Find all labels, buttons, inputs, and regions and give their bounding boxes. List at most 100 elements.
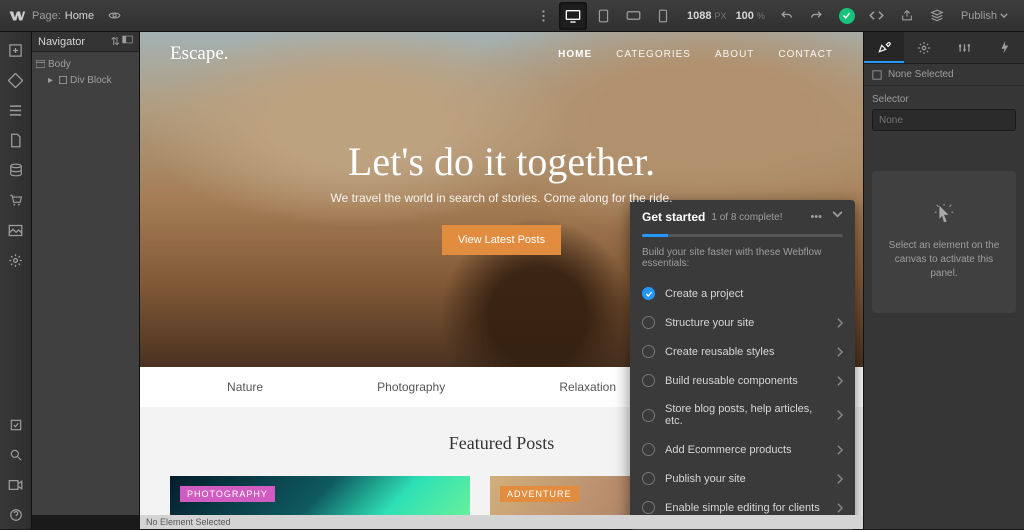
width-unit: PX [714, 11, 726, 21]
card-tag-photography[interactable]: PHOTOGRAPHY [180, 486, 275, 502]
tree-div-label: Div Block [70, 75, 112, 86]
checklist-item-label: Build reusable components [665, 375, 827, 387]
navigator-collapse-icon[interactable] [122, 35, 133, 48]
audit-icon[interactable] [923, 2, 951, 30]
check-empty-icon [642, 409, 655, 422]
expand-caret-icon: ▸ [46, 76, 55, 85]
help-icon[interactable] [2, 501, 30, 529]
status-text: No Element Selected [146, 517, 231, 527]
check-empty-icon [642, 443, 655, 456]
search-rail-icon[interactable] [2, 441, 30, 469]
checklist-item-label: Enable simple editing for clients [665, 502, 827, 514]
hero-content: Let's do it together. We travel the worl… [331, 138, 673, 255]
redo-icon[interactable] [803, 2, 831, 30]
site-menu: HOME CATEGORIES ABOUT CONTACT [558, 49, 833, 60]
audit-rail-icon[interactable] [2, 411, 30, 439]
chevron-right-icon [837, 474, 843, 484]
checklist-item[interactable]: Publish your site [630, 464, 855, 493]
undo-icon[interactable] [773, 2, 801, 30]
none-selected-label: None Selected [888, 69, 954, 80]
left-tool-rail [0, 32, 32, 529]
nav-link-about[interactable]: ABOUT [715, 49, 754, 60]
selector-label: Selector [872, 94, 1016, 105]
settings-rail-icon[interactable] [2, 246, 30, 274]
page-selector[interactable]: Page: Home [32, 10, 94, 22]
checklist-item[interactable]: Store blog posts, help articles, etc. [630, 395, 855, 435]
checklist-item-label: Publish your site [665, 473, 827, 485]
hero-subtitle[interactable]: We travel the world in search of stories… [331, 191, 673, 205]
checklist-item[interactable]: Add Ecommerce products [630, 435, 855, 464]
style-panel-tabs [864, 32, 1024, 64]
hero-heading[interactable]: Let's do it together. [331, 138, 673, 185]
card-tag-adventure[interactable]: ADVENTURE [500, 486, 579, 502]
tree-body-label: Body [48, 59, 71, 70]
breakpoint-desktop-icon[interactable] [559, 2, 587, 30]
preview-icon[interactable] [100, 2, 128, 30]
nav-link-contact[interactable]: CONTACT [778, 49, 833, 60]
publish-button[interactable]: Publish [953, 10, 1016, 22]
navigator-sort-icon[interactable]: ⇅ [111, 35, 120, 48]
pages-icon[interactable] [2, 126, 30, 154]
check-empty-icon [642, 374, 655, 387]
webflow-logo-icon[interactable] [8, 7, 26, 25]
checklist-item[interactable]: Create a project [630, 279, 855, 308]
check-complete-icon [642, 287, 655, 300]
navigator-header: Navigator ⇅ [32, 32, 139, 52]
check-empty-icon [642, 472, 655, 485]
zoom-value: 100 [736, 10, 754, 22]
video-help-icon[interactable] [2, 471, 30, 499]
checklist-item-label: Store blog posts, help articles, etc. [665, 403, 827, 427]
canvas-width-display[interactable]: 1088 PX 100 % [687, 10, 765, 22]
add-element-icon[interactable] [2, 36, 30, 64]
checklist-item-label: Structure your site [665, 317, 827, 329]
more-options-icon[interactable] [529, 2, 557, 30]
tab-interactions[interactable] [984, 32, 1024, 63]
tab-style[interactable] [864, 32, 904, 63]
nav-link-home[interactable]: HOME [558, 49, 592, 60]
ecommerce-icon[interactable] [2, 186, 30, 214]
navigator-title: Navigator [38, 36, 85, 48]
site-logo[interactable]: Escape. [170, 43, 229, 65]
symbols-icon[interactable] [2, 66, 30, 94]
status-bar: No Element Selected [140, 515, 863, 529]
element-box-icon [872, 70, 882, 80]
nav-link-categories[interactable]: CATEGORIES [616, 49, 691, 60]
cms-icon[interactable] [2, 156, 30, 184]
breakpoint-mobile-portrait-icon[interactable] [649, 2, 677, 30]
navigator-panel: Navigator ⇅ Body ▸ Div Block [32, 32, 140, 515]
navigator-tree: Body ▸ Div Block [32, 52, 139, 515]
selector-input[interactable]: None [872, 109, 1016, 131]
code-export-icon[interactable] [863, 2, 891, 30]
hero-cta-button[interactable]: View Latest Posts [442, 225, 561, 255]
checklist-item-label: Create a project [665, 288, 843, 300]
status-indicator[interactable] [833, 2, 861, 30]
more-menu-icon[interactable]: ••• [810, 211, 822, 223]
tree-node-body[interactable]: Body [32, 56, 139, 72]
assets-icon[interactable] [2, 216, 30, 244]
collapse-panel-icon[interactable] [832, 211, 843, 223]
category-link-nature[interactable]: Nature [227, 380, 263, 394]
chevron-down-icon [1000, 13, 1008, 18]
featured-card[interactable]: PHOTOGRAPHY [170, 476, 470, 515]
top-bar: Page: Home 1088 PX 100 % [0, 0, 1024, 32]
page-name: Home [65, 10, 94, 22]
breakpoint-mobile-landscape-icon[interactable] [619, 2, 647, 30]
category-link-photography[interactable]: Photography [377, 380, 445, 394]
checklist-item-label: Add Ecommerce products [665, 444, 827, 456]
category-link-relaxation[interactable]: Relaxation [559, 380, 616, 394]
checklist-item[interactable]: Structure your site [630, 308, 855, 337]
selector-value: None [879, 115, 903, 126]
zoom-unit: % [757, 11, 765, 21]
chevron-right-icon [837, 410, 843, 420]
width-value: 1088 [687, 10, 711, 22]
tab-settings[interactable] [904, 32, 944, 63]
checklist-item[interactable]: Build reusable components [630, 366, 855, 395]
share-icon[interactable] [893, 2, 921, 30]
breakpoint-tablet-icon[interactable] [589, 2, 617, 30]
navigator-icon[interactable] [2, 96, 30, 124]
tab-style-manager[interactable] [944, 32, 984, 63]
checklist-item[interactable]: Create reusable styles [630, 337, 855, 366]
pointer-icon [933, 203, 955, 225]
check-empty-icon [642, 316, 655, 329]
tree-node-divblock[interactable]: ▸ Div Block [32, 72, 139, 88]
